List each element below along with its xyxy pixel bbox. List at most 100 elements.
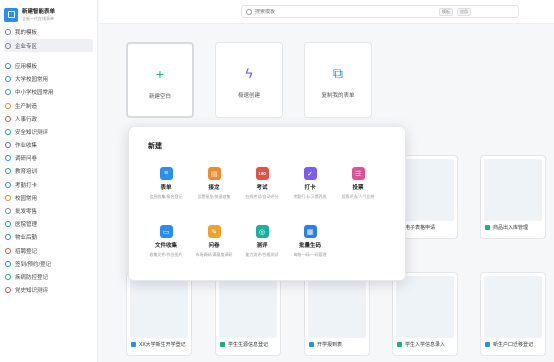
template-thumbnail — [396, 276, 454, 338]
batch-qrcode-icon: ▦ — [303, 225, 317, 238]
new-checkin-option[interactable]: ✓ 打卡 考勤打卡/习惯养成 — [285, 167, 335, 200]
sidebar-item[interactable]: 企业专区 — [4, 39, 93, 53]
template-card[interactable]: 商品出入库管理 — [480, 155, 546, 239]
sidebar-item[interactable]: 批发零售 — [0, 204, 97, 217]
sidebar-item[interactable]: 物业后勤 — [0, 231, 97, 244]
quick-blank-card[interactable]: + 新建空白 — [126, 42, 194, 118]
sidebar-item[interactable]: 我的模板 — [0, 25, 97, 38]
sidebar-item-label: 中小学校园常用 — [15, 90, 54, 97]
new-batch-qrcode-option[interactable]: ▦ 批量生码每物一码/一码管理 — [285, 225, 335, 258]
sidebar-item-icon — [5, 28, 11, 35]
sidebar-item-icon — [5, 234, 11, 241]
survey-description: 市场调研/满意度调研 — [195, 252, 233, 257]
sidebar-item-icon — [5, 273, 11, 280]
checkin-label: 打卡 — [304, 185, 316, 191]
sidebar-item-icon — [5, 76, 11, 83]
batch-qrcode-description: 每物一码/一码管理 — [293, 252, 327, 257]
exam-description: 在线考试/自动评分 — [245, 194, 279, 199]
template-caption: 学生生源信息登记 — [216, 341, 280, 348]
sidebar-item[interactable]: 人事行政 — [0, 112, 97, 125]
sidebar-item-label: 考勤打卡 — [15, 182, 38, 189]
new-relay-option[interactable]: ▤ 接龙 设置接龙/快速收集 — [189, 167, 239, 200]
sidebar-item[interactable]: 生产制造 — [0, 99, 97, 112]
quick-blank-label: 新建空白 — [148, 94, 171, 100]
template-card[interactable]: 学生生源信息登记 — [215, 272, 281, 356]
sidebar-item-label: 我的模板 — [15, 29, 38, 36]
sidebar-item[interactable]: 疾病防控登记 — [0, 270, 97, 283]
sidebar-item[interactable]: 校园常用 — [0, 191, 97, 204]
exam-icon: 100 — [255, 167, 269, 180]
sidebar-item-icon — [5, 194, 11, 201]
template-card[interactable]: 开学报到表 — [304, 272, 370, 356]
quick-copy-card[interactable]: ⧉ 复制我的表单 — [304, 42, 372, 118]
batch-qrcode-label: 批量生码 — [298, 243, 321, 249]
new-vote-option[interactable]: ☰ 投票 投票评选/人气比拼 — [333, 167, 383, 200]
brand[interactable]: 新建智能表单 全新一代在线表单 — [0, 0, 97, 25]
template-card[interactable]: 新生户口迁移登记 — [480, 272, 546, 356]
template-caption: 开学报到表 — [305, 341, 369, 348]
sidebar-item[interactable]: 教育培训 — [0, 165, 97, 178]
template-thumbnail — [308, 276, 366, 338]
template-card[interactable]: XX大学新生开学登记 — [126, 272, 192, 356]
sidebar-item-label: 党史知识测评 — [15, 288, 49, 295]
popup-title: 新建 — [148, 143, 162, 150]
sidebar-item[interactable]: 安全知识测评 — [0, 125, 97, 138]
template-card[interactable]: 学生入学信息录入 — [392, 272, 458, 356]
sidebar-item[interactable]: 招聘登记 — [0, 244, 97, 257]
sidebar-item-icon — [5, 181, 11, 188]
sidebar-item-icon — [5, 89, 11, 96]
sidebar-item-icon — [5, 208, 11, 215]
template-title: 电子表格申请 — [405, 225, 436, 231]
sidebar-item[interactable]: 签到/预约/登记 — [0, 257, 97, 270]
sidebar-item[interactable]: 应用模板 — [0, 59, 97, 72]
quick-fast-card[interactable]: ϟ 极速创建 — [215, 42, 283, 118]
sidebar-item-label: 作业收集 — [15, 143, 38, 150]
new-form-option[interactable]: ≡ 表单 信息收集/报名登记 — [141, 167, 191, 200]
quick-copy-label: 复制我的表单 — [321, 93, 355, 99]
sidebar: 新建智能表单 全新一代在线表单 我的模板企业专区应用模板 大学校园常用中小学校园常… — [0, 0, 98, 362]
sidebar-item-icon — [5, 168, 11, 175]
sidebar-item-icon — [5, 260, 11, 267]
sidebar-item[interactable]: 党史知识测评 — [0, 284, 97, 297]
form-description: 信息收集/报名登记 — [149, 194, 183, 199]
vote-label: 投票 — [352, 185, 364, 191]
exam-label: 考试 — [256, 185, 268, 191]
file-collect-description: 收集文件/作业图片 — [149, 252, 183, 257]
sidebar-item-label: 招聘登记 — [15, 248, 38, 255]
sidebar-item-label: 签到/预约/登记 — [15, 261, 52, 268]
template-type-icon — [220, 342, 225, 347]
brand-title: 新建智能表单 — [22, 9, 56, 15]
search-input[interactable] — [255, 8, 435, 15]
search-scope-template[interactable]: 模板 — [439, 7, 453, 16]
search-box[interactable]: 模板 应用 — [241, 5, 519, 18]
new-assessment-option[interactable]: ◎ 测评 能力测评/性格测试 — [237, 225, 287, 258]
copy-icon: ⧉ — [333, 65, 343, 81]
assessment-description: 能力测评/性格测试 — [245, 252, 279, 257]
new-exam-option[interactable]: 100 考试在线考试/自动评分 — [237, 167, 287, 200]
sidebar-item-label: 校园常用 — [15, 195, 38, 202]
template-type-icon — [131, 342, 136, 347]
sidebar-item-icon — [5, 115, 11, 122]
sidebar-item-label: 人事行政 — [15, 116, 38, 123]
sidebar-item[interactable]: 考勤打卡 — [0, 178, 97, 191]
new-survey-option[interactable]: ✎ 问卷 市场调研/满意度调研 — [189, 225, 239, 258]
checkin-description: 考勤打卡/习惯养成 — [293, 194, 327, 199]
sidebar-item-label: 疾病防控登记 — [15, 274, 49, 281]
survey-icon: ✎ — [207, 225, 221, 238]
sidebar-item[interactable]: 中小学校园常用 — [0, 86, 97, 99]
search-scope-app[interactable]: 应用 — [457, 7, 471, 16]
sidebar-item[interactable]: 医院管理 — [0, 218, 97, 231]
template-caption: 学生入学信息录入 — [393, 341, 457, 348]
template-caption: XX大学新生开学登记 — [127, 341, 191, 348]
template-thumbnail — [219, 276, 277, 338]
vote-icon: ☰ — [351, 167, 365, 180]
sidebar-item-icon — [5, 42, 11, 49]
template-type-icon — [309, 342, 314, 347]
template-title: 商品出入库管理 — [493, 225, 529, 231]
form-label: 表单 — [160, 185, 172, 191]
sidebar-item-icon — [5, 247, 11, 254]
sidebar-item[interactable]: 调研问卷 — [0, 152, 97, 165]
sidebar-item[interactable]: 大学校园常用 — [0, 73, 97, 86]
sidebar-item[interactable]: 作业收集 — [0, 139, 97, 152]
new-file-collect-option[interactable]: ▭ 文件收集 收集文件/作业图片 — [141, 225, 191, 258]
